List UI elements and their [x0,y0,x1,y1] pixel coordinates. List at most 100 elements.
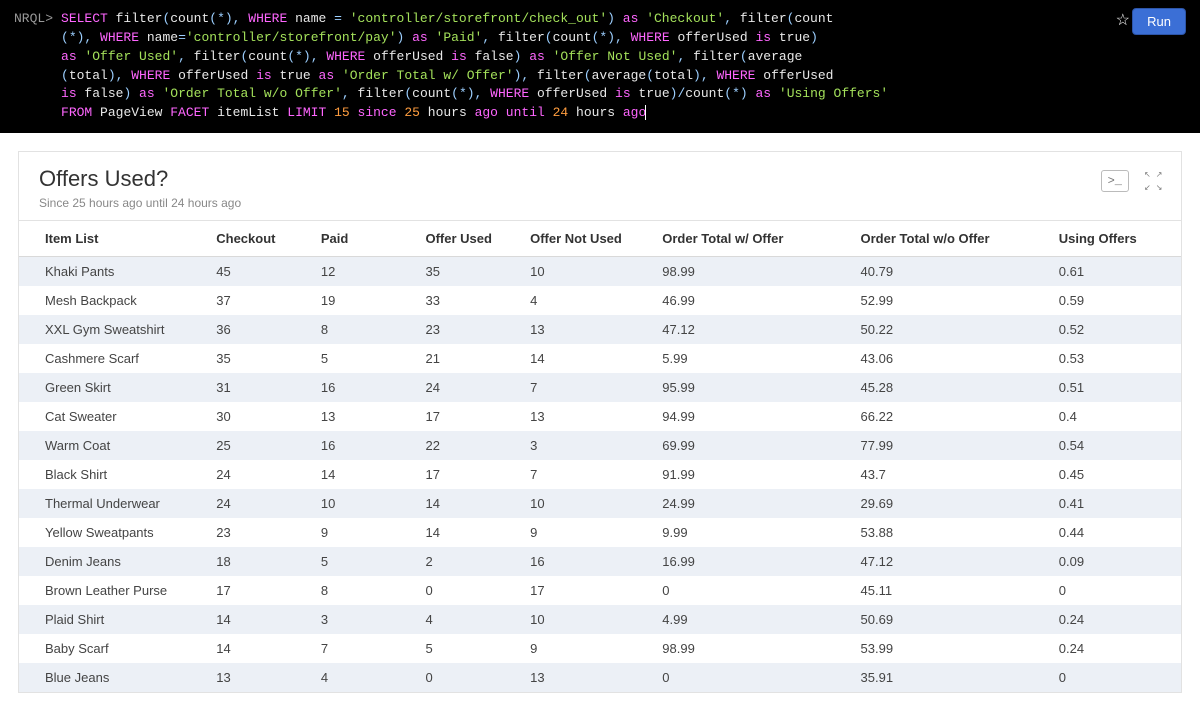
table-cell: 10 [311,489,416,518]
table-row[interactable]: Yellow Sweatpants2391499.9953.880.44 [19,518,1181,547]
table-cell: 9 [520,518,652,547]
table-cell: 13 [520,402,652,431]
table-cell: 98.99 [652,257,850,287]
table-cell: 45.28 [851,373,1049,402]
table-cell: Blue Jeans [19,663,206,692]
table-row[interactable]: Denim Jeans18521616.9947.120.09 [19,547,1181,576]
table-cell: 16 [311,373,416,402]
console-icon[interactable]: >_ [1101,170,1129,192]
table-cell: 9 [520,634,652,663]
table-row[interactable]: Cashmere Scarf35521145.9943.060.53 [19,344,1181,373]
table-cell: 43.7 [851,460,1049,489]
table-cell: 7 [520,460,652,489]
table-cell: 17 [415,402,520,431]
table-cell: Black Shirt [19,460,206,489]
table-row[interactable]: Plaid Shirt1434104.9950.690.24 [19,605,1181,634]
table-cell: 35.91 [851,663,1049,692]
table-cell: 8 [311,315,416,344]
table-row[interactable]: Warm Coat251622369.9977.990.54 [19,431,1181,460]
table-cell: 2 [415,547,520,576]
column-header[interactable]: Using Offers [1049,221,1181,257]
table-cell: Mesh Backpack [19,286,206,315]
table-cell: 77.99 [851,431,1049,460]
table-cell: 37 [206,286,311,315]
table-cell: 94.99 [652,402,850,431]
table-cell: 5 [311,344,416,373]
table-cell: 0.24 [1049,634,1181,663]
table-row[interactable]: Brown Leather Purse178017045.110 [19,576,1181,605]
column-header[interactable]: Checkout [206,221,311,257]
table-cell: 24 [206,489,311,518]
table-cell: 47.12 [851,547,1049,576]
table-cell: 3 [520,431,652,460]
table-cell: 13 [520,663,652,692]
table-cell: 69.99 [652,431,850,460]
table-cell: 25 [206,431,311,460]
table-cell: 17 [520,576,652,605]
table-row[interactable]: Thermal Underwear2410141024.9929.690.41 [19,489,1181,518]
nrql-query-input[interactable]: SELECT filter(count(*), WHERE name = 'co… [61,10,1186,123]
table-cell: 0.4 [1049,402,1181,431]
table-cell: Cashmere Scarf [19,344,206,373]
column-header[interactable]: Paid [311,221,416,257]
table-cell: 0.44 [1049,518,1181,547]
table-row[interactable]: Green Skirt311624795.9945.280.51 [19,373,1181,402]
column-header[interactable]: Offer Not Used [520,221,652,257]
table-body: Khaki Pants4512351098.9940.790.61Mesh Ba… [19,257,1181,693]
table-cell: 17 [415,460,520,489]
table-cell: 0.09 [1049,547,1181,576]
table-cell: 35 [206,344,311,373]
table-cell: 9.99 [652,518,850,547]
table-cell: 14 [415,489,520,518]
table-cell: XXL Gym Sweatshirt [19,315,206,344]
column-header[interactable]: Offer Used [415,221,520,257]
table-cell: 53.99 [851,634,1049,663]
table-cell: 14 [311,460,416,489]
table-cell: 10 [520,605,652,634]
table-cell: 14 [206,605,311,634]
table-cell: 0 [415,576,520,605]
results-panel: Offers Used? Since 25 hours ago until 24… [18,151,1182,693]
table-row[interactable]: Blue Jeans134013035.910 [19,663,1181,692]
expand-icon[interactable]: ↖↗↙↘ [1143,170,1161,188]
column-header[interactable]: Order Total w/ Offer [652,221,850,257]
table-cell: 46.99 [652,286,850,315]
table-cell: 16 [311,431,416,460]
table-cell: 29.69 [851,489,1049,518]
table-cell: 8 [311,576,416,605]
table-cell: 52.99 [851,286,1049,315]
table-row[interactable]: Khaki Pants4512351098.9940.790.61 [19,257,1181,287]
table-header-row: Item ListCheckoutPaidOffer UsedOffer Not… [19,221,1181,257]
table-cell: 7 [311,634,416,663]
table-cell: Plaid Shirt [19,605,206,634]
table-cell: 0.54 [1049,431,1181,460]
table-cell: 0 [415,663,520,692]
table-cell: 14 [415,518,520,547]
table-row[interactable]: XXL Gym Sweatshirt368231347.1250.220.52 [19,315,1181,344]
table-cell: 13 [311,402,416,431]
table-cell: 45 [206,257,311,287]
run-button[interactable]: Run [1132,8,1186,35]
favorite-star-icon[interactable]: ☆ [1116,10,1130,30]
table-cell: 0.53 [1049,344,1181,373]
table-cell: Yellow Sweatpants [19,518,206,547]
table-cell: Denim Jeans [19,547,206,576]
table-cell: Baby Scarf [19,634,206,663]
table-cell: 0.61 [1049,257,1181,287]
column-header[interactable]: Item List [19,221,206,257]
table-cell: 4 [520,286,652,315]
table-cell: 9 [311,518,416,547]
table-cell: 18 [206,547,311,576]
table-cell: 31 [206,373,311,402]
table-cell: 35 [415,257,520,287]
table-row[interactable]: Mesh Backpack371933446.9952.990.59 [19,286,1181,315]
table-row[interactable]: Black Shirt241417791.9943.70.45 [19,460,1181,489]
table-cell: Cat Sweater [19,402,206,431]
table-cell: Khaki Pants [19,257,206,287]
table-cell: 24.99 [652,489,850,518]
table-row[interactable]: Baby Scarf1475998.9953.990.24 [19,634,1181,663]
table-cell: 10 [520,257,652,287]
table-cell: 17 [206,576,311,605]
column-header[interactable]: Order Total w/o Offer [851,221,1049,257]
table-row[interactable]: Cat Sweater3013171394.9966.220.4 [19,402,1181,431]
